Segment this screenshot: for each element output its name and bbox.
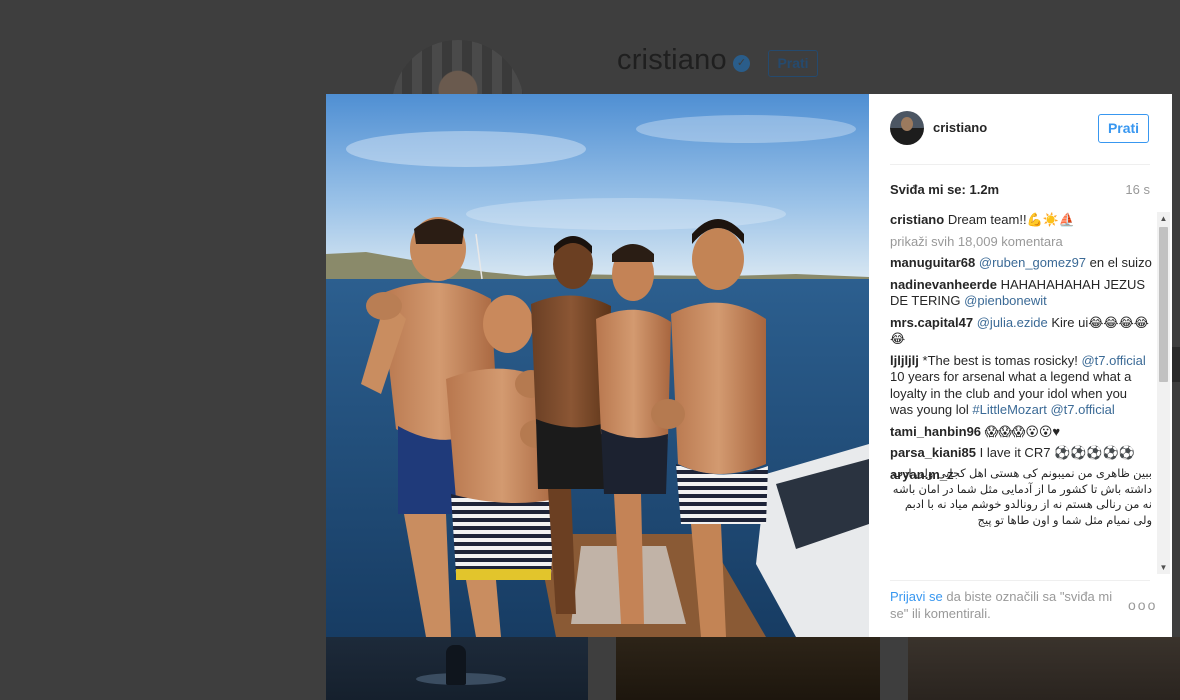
comment-item: ljljljlj *The best is tomas rosicky! @t7…: [890, 353, 1152, 419]
comment-mention[interactable]: @ruben_gomez97: [979, 255, 1086, 270]
comment-mention[interactable]: @t7.official: [1081, 353, 1145, 368]
background-post-thumbnail[interactable]: [326, 637, 588, 700]
background-post-thumbnail[interactable]: [616, 637, 880, 700]
post-timestamp[interactable]: 16 s: [1125, 182, 1150, 197]
post-sidebar: cristiano Prati Sviđa mi se: 1.2m 16 s c…: [869, 94, 1172, 637]
comment-item: aryan.m_z ببین ظاهری من نمیبونم کی هستی …: [890, 467, 1152, 530]
comment-username[interactable]: parsa_kiani85: [890, 445, 976, 460]
post-modal: cristiano Prati Sviđa mi se: 1.2m 16 s c…: [326, 94, 1172, 637]
comment-text: en el suizo: [1086, 255, 1152, 270]
background-post-thumbnail[interactable]: [908, 637, 1180, 700]
view-all-comments-link[interactable]: prikaži svih 18,009 komentara: [890, 234, 1152, 251]
more-options-icon[interactable]: ooo: [1128, 597, 1157, 613]
comment-item: nadinevanheerde HAHAHAHAHAH JEZUS DE TER…: [890, 277, 1152, 310]
comment-item: parsa_kiani85 I lave it CR7 ⚽⚽⚽⚽⚽: [890, 445, 1152, 462]
comment-text: ببین ظاهری من نمیبونم کی هستی اهل کجایی …: [892, 468, 1152, 527]
comment-item: tami_hanbin96 😱😱😱😮😮♥: [890, 424, 1152, 441]
header-divider: [890, 164, 1150, 165]
follow-button[interactable]: Prati: [1098, 114, 1149, 143]
scroll-down-arrow-icon[interactable]: ▼: [1157, 561, 1170, 574]
comment-item: manuguitar68 @ruben_gomez97 en el suizo: [890, 255, 1152, 272]
comment-username[interactable]: tami_hanbin96: [890, 424, 981, 439]
scroll-up-arrow-icon[interactable]: ▲: [1157, 212, 1170, 225]
comments-list[interactable]: cristiano Dream team!!💪☀️⛵ prikaži svih …: [890, 212, 1152, 574]
comment-text: *The best is tomas rosicky!: [922, 352, 1082, 368]
verified-badge-icon: ✓: [733, 55, 750, 72]
comment-username[interactable]: mrs.capital47: [890, 315, 973, 330]
caption: cristiano Dream team!!💪☀️⛵: [890, 212, 1152, 229]
comment-username[interactable]: cristiano: [890, 212, 944, 227]
footer-divider: [890, 580, 1150, 581]
background-profile-username: cristiano: [617, 44, 727, 76]
login-prompt: Prijavi se da biste označili sa "sviđa m…: [890, 589, 1120, 622]
likes-count[interactable]: Sviđa mi se: 1.2m: [890, 182, 999, 197]
comment-mention[interactable]: @t7.official: [1050, 402, 1114, 417]
comment-hashtag[interactable]: #LittleMozart: [972, 402, 1046, 417]
comment-username[interactable]: manuguitar68: [890, 255, 975, 270]
author-avatar[interactable]: [890, 111, 924, 145]
author-username[interactable]: cristiano: [933, 120, 987, 135]
comment-text: Dream team!!💪☀️⛵: [947, 212, 1076, 227]
comment-mention[interactable]: @julia.ezide: [977, 315, 1048, 330]
comment-username[interactable]: nadinevanheerde: [890, 277, 997, 292]
login-link[interactable]: Prijavi se: [890, 589, 943, 604]
comment-mention[interactable]: @pienbonewit: [964, 293, 1047, 308]
background-follow-button[interactable]: Prati: [768, 50, 818, 77]
page-scrollbar[interactable]: [1172, 347, 1180, 382]
comments-scrollbar[interactable]: ▲ ▼: [1157, 212, 1170, 574]
post-header: cristiano Prati: [869, 94, 1172, 164]
comment-text: I lave it CR7 ⚽⚽⚽⚽⚽: [979, 445, 1135, 460]
comment-item: mrs.capital47 @julia.ezide Kire ui😂😂😂😂😂: [890, 315, 1152, 348]
comment-username[interactable]: ljljljlj: [890, 353, 919, 368]
scrollbar-thumb[interactable]: [1159, 227, 1168, 382]
comment-text: 😱😱😱😮😮♥: [984, 423, 1061, 439]
post-photo: [326, 94, 869, 637]
